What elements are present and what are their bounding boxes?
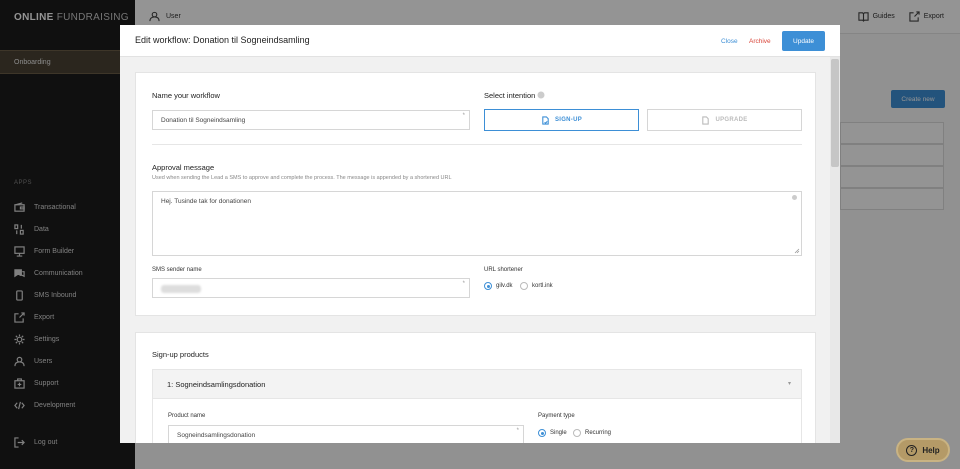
modal-header: Edit workflow: Donation til Sogneindsaml… [120,25,840,57]
approval-message-label: Approval message [152,163,215,172]
approval-message-help: Used when sending the Lead a SMS to appr… [152,175,452,181]
signup-products-card: Sign-up products 1: Sogneindsamlingsdona… [135,332,816,443]
required-marker: * [462,113,465,119]
product-name-label: Product name [168,413,206,419]
divider [152,144,802,145]
radio-selected[interactable] [484,282,492,290]
required-marker: * [462,281,465,287]
product-accordion-body: Product name Sogneindsamlingsdonation * … [152,399,802,443]
edit-workflow-modal: Edit workflow: Donation til Sogneindsaml… [120,25,840,443]
close-button[interactable]: Close [721,38,738,45]
chevron-down-icon: ▾ [787,381,791,387]
intention-upgrade-button[interactable]: UPGRADE [647,109,802,131]
intention-signup-button[interactable]: SIGN-UP [484,109,639,131]
workflow-name-label: Name your workflow [152,91,220,100]
url-option-kortlink[interactable]: kortl.ink [520,282,553,290]
approval-message-value: Hej. Tusinde tak for donationen [161,198,251,205]
required-marker [792,195,797,200]
workflow-name-value: Donation til Sogneindsamling [161,117,246,124]
product-name-input[interactable]: Sogneindsamlingsdonation * [168,425,524,443]
workflow-settings-card: Name your workflow Donation til Sogneind… [135,72,816,316]
product-accordion-header[interactable]: 1: Sogneindsamlingsdonation ▾ [152,369,802,399]
modal-title: Edit workflow: Donation til Sogneindsaml… [135,35,310,45]
payment-type-label: Payment type [538,413,575,419]
payment-option-label: Recurring [585,430,612,436]
payment-option-recurring[interactable]: Recurring [573,429,611,437]
sms-sender-input[interactable]: * [152,278,470,298]
document-signup-icon [542,115,549,125]
archive-button[interactable]: Archive [749,38,771,45]
select-intention-label: Select intention [484,91,545,100]
approval-message-textarea[interactable]: Hej. Tusinde tak for donationen [152,191,802,256]
update-button[interactable]: Update [782,31,825,51]
radio-unselected[interactable] [520,282,528,290]
sms-sender-label: SMS sender name [152,267,202,273]
radio-selected[interactable] [538,429,546,437]
signup-products-label: Sign-up products [152,350,209,359]
url-option-label: kortl.ink [532,283,553,289]
document-icon [702,115,710,125]
intention-signup-label: SIGN-UP [554,117,583,123]
help-button[interactable]: ? Help [896,438,950,462]
radio-unselected[interactable] [573,429,581,437]
url-option-gilv[interactable]: gilv.dk [484,282,513,290]
payment-option-label: Single [550,430,567,436]
intention-upgrade-label: UPGRADE [715,117,748,123]
url-shortener-label: URL shortener [484,267,523,273]
redacted-value [161,285,201,293]
product-name-value: Sogneindsamlingsdonation [177,432,256,439]
resize-handle-icon[interactable] [794,248,800,254]
url-option-label: gilv.dk [496,283,513,289]
workflow-name-input[interactable]: Donation til Sogneindsamling * [152,110,470,130]
question-icon: ? [906,444,918,456]
help-label: Help [922,445,940,455]
product-header-title: 1: Sogneindsamlingsdonation [167,380,266,389]
payment-option-single[interactable]: Single [538,429,567,437]
info-icon [537,91,545,99]
scrollbar-thumb[interactable] [831,59,839,167]
required-marker: * [516,428,519,434]
modal-scrollbar[interactable] [830,57,840,443]
